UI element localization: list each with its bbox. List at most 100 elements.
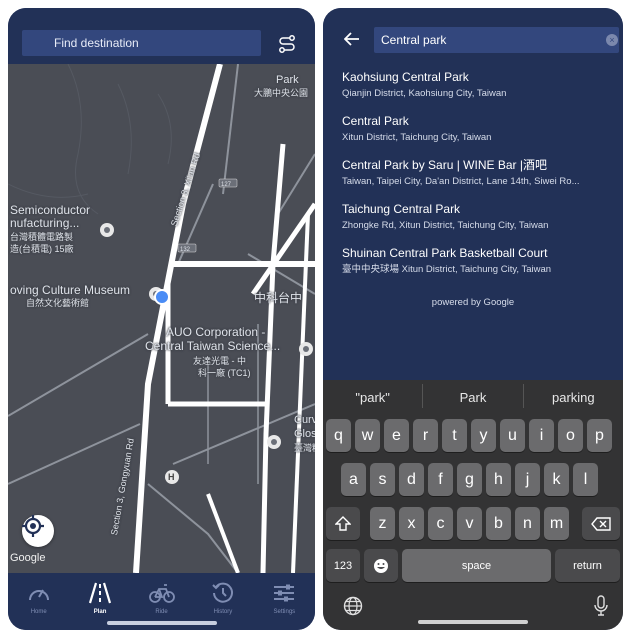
key-a[interactable]: a <box>341 463 366 496</box>
plan-header: Find destination <box>8 8 315 64</box>
result-name: Shuinan Central Park Basketball Court <box>342 246 548 260</box>
key-k[interactable]: k <box>544 463 569 496</box>
key-d[interactable]: d <box>399 463 424 496</box>
destination-search-input[interactable] <box>374 27 619 53</box>
suggestion-quoted[interactable]: "park" <box>323 384 424 408</box>
key-j[interactable]: j <box>515 463 540 496</box>
result-address: Taiwan, Taipei City, Da'an District, Lan… <box>342 176 580 187</box>
back-button[interactable] <box>341 28 363 50</box>
map-label-curve-1: Curv <box>294 414 315 426</box>
locate-me-button[interactable] <box>22 515 54 547</box>
shift-key[interactable] <box>326 507 360 540</box>
result-name: Taichung Central Park <box>342 202 461 216</box>
road-icon <box>89 582 112 604</box>
key-r[interactable]: r <box>413 419 438 452</box>
map-label-tsmc-cn-1: 台灣積體電路製 <box>10 232 74 242</box>
globe-key[interactable] <box>343 596 365 618</box>
map-label-auo-cn-2: 科一廠 (TC1) <box>198 368 251 378</box>
result-name: Kaohsiung Central Park <box>342 70 469 84</box>
result-name: Central Park <box>342 114 409 128</box>
map-label-ctsp: Central Taiwan Science... <box>145 339 281 353</box>
home-indicator[interactable] <box>106 621 217 625</box>
plan-screen: Find destination Park 大鵬中央公園 Semiconduct… <box>8 8 315 630</box>
key-u[interactable]: u <box>500 419 525 452</box>
search-result[interactable]: Taichung Central Park Zhongke Rd, Xitun … <box>323 196 623 240</box>
emoji-icon <box>374 558 388 573</box>
nav-settings-label: Settings <box>273 609 296 615</box>
backspace-icon <box>591 516 611 531</box>
map-roads <box>8 64 315 573</box>
find-destination-bar[interactable]: Find destination <box>22 30 261 56</box>
clear-search-icon[interactable]: × <box>606 34 618 46</box>
nav-ride-label: Ride <box>155 609 168 615</box>
search-screen: × Kaohsiung Central Park Qianjin Distric… <box>323 8 623 630</box>
key-m[interactable]: m <box>544 507 569 540</box>
route-shield-127: 127 <box>221 182 232 188</box>
map-label-auo: AUO Corporation - <box>166 325 266 339</box>
search-header: × <box>323 8 623 64</box>
map-view[interactable]: Park 大鵬中央公園 Semiconductor nufacturing...… <box>8 64 315 573</box>
search-result[interactable]: Shuinan Central Park Basketball Court 臺中… <box>323 240 623 284</box>
key-h[interactable]: h <box>486 463 511 496</box>
key-t[interactable]: t <box>442 419 467 452</box>
map-label-tsmc-cn-2: 造(台積電) 15廠 <box>10 244 74 254</box>
key-c[interactable]: c <box>428 507 453 540</box>
nav-history-label: History <box>213 609 233 615</box>
key-q[interactable]: q <box>326 419 351 452</box>
microphone-icon <box>594 595 608 616</box>
google-logo: Google <box>10 552 46 564</box>
dictation-key[interactable] <box>593 595 611 619</box>
map-label-curve-cn: 臺灣糖 <box>294 443 315 453</box>
result-address: Xitun District, Taichung City, Taiwan <box>342 132 492 143</box>
keyboard-bottom-bar <box>323 582 623 630</box>
hospital-icon: H <box>168 472 175 482</box>
key-p[interactable]: p <box>587 419 612 452</box>
bicycle-icon <box>148 584 175 603</box>
map-label-science-park-cn: 中科台中 <box>254 291 303 305</box>
return-key[interactable]: return <box>555 549 620 582</box>
suggestion-completion[interactable]: parking <box>524 384 623 408</box>
key-g[interactable]: g <box>457 463 482 496</box>
result-address: 臺中中央球場 Xitun District, Taichung City, Ta… <box>342 264 552 275</box>
home-indicator[interactable] <box>418 620 528 624</box>
key-y[interactable]: y <box>471 419 496 452</box>
nav-home[interactable]: Home <box>8 573 69 630</box>
key-x[interactable]: x <box>399 507 424 540</box>
gauge-icon <box>28 589 49 601</box>
search-result[interactable]: Central Park by Saru | WINE Bar |酒吧 Taiw… <box>323 152 623 196</box>
map-label-park-cn: 大鵬中央公園 <box>254 88 309 98</box>
route-options-button[interactable] <box>272 30 302 58</box>
result-name: Central Park by Saru | WINE Bar |酒吧 <box>342 158 547 172</box>
key-l[interactable]: l <box>573 463 598 496</box>
suggestion-capitalized[interactable]: Park <box>423 384 524 408</box>
bottom-nav: Home Plan Ride History Settings <box>8 573 315 630</box>
route-icon <box>279 35 295 53</box>
back-arrow-icon <box>344 32 359 46</box>
key-o[interactable]: o <box>558 419 583 452</box>
map-label-semiconductor: Semiconductor <box>10 203 91 217</box>
nav-plan-label: Plan <box>93 609 107 615</box>
key-n[interactable]: n <box>515 507 540 540</box>
key-b[interactable]: b <box>486 507 511 540</box>
emoji-key[interactable] <box>364 549 398 582</box>
globe-icon <box>343 596 363 616</box>
powered-by-google: powered by Google <box>431 297 515 308</box>
key-w[interactable]: w <box>355 419 380 452</box>
backspace-key[interactable] <box>582 507 620 540</box>
on-screen-keyboard: "park" Park parking q w e r t y u i o p … <box>323 380 623 630</box>
space-key[interactable]: space <box>402 549 551 582</box>
search-result[interactable]: Central Park Xitun District, Taichung Ci… <box>323 108 623 152</box>
route-shield-132: 132 <box>180 247 191 253</box>
key-s[interactable]: s <box>370 463 395 496</box>
key-i[interactable]: i <box>529 419 554 452</box>
history-icon <box>212 582 233 603</box>
key-z[interactable]: z <box>370 507 395 540</box>
key-f[interactable]: f <box>428 463 453 496</box>
map-label-museum: oving Culture Museum <box>10 283 131 297</box>
key-e[interactable]: e <box>384 419 409 452</box>
search-result[interactable]: Kaohsiung Central Park Qianjin District,… <box>323 64 623 108</box>
nav-settings[interactable]: Settings <box>254 573 315 630</box>
map-label-auo-cn-1: 友達光電 - 中 <box>193 356 246 366</box>
numbers-key[interactable]: 123 <box>326 549 360 582</box>
key-v[interactable]: v <box>457 507 482 540</box>
